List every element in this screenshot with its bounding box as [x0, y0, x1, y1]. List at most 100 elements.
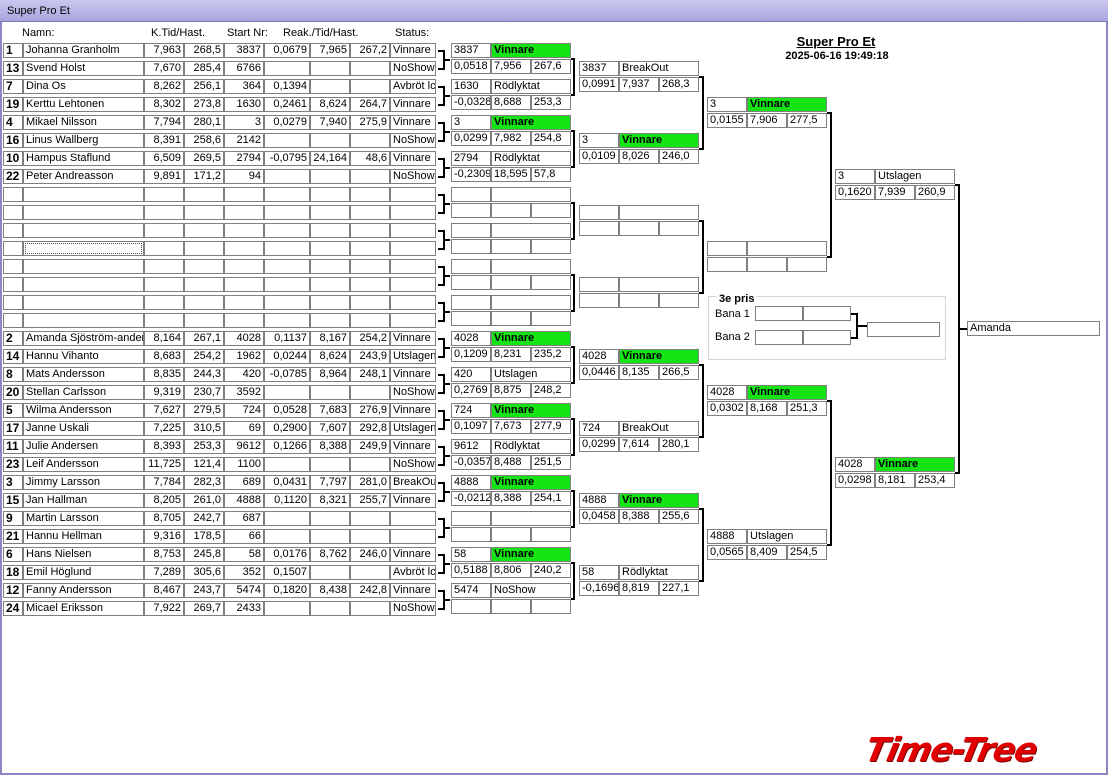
qual-speed: 285,4	[184, 61, 224, 76]
seed-number	[3, 187, 23, 202]
race-status: Vinnare	[390, 43, 436, 58]
driver-name[interactable]: Linus Wallberg	[23, 133, 144, 148]
driver-name[interactable]: Johanna Granholm	[23, 43, 144, 58]
match-result: Rödlyktat	[619, 565, 699, 580]
driver-name[interactable]: Emil Höglund	[23, 565, 144, 580]
driver-name[interactable]: Julie Andersen	[23, 439, 144, 454]
driver-name[interactable]	[23, 259, 144, 274]
driver-name[interactable]: Mats Andersson	[23, 367, 144, 382]
qual-speed: 245,8	[184, 547, 224, 562]
match-reaction: 0,0302	[707, 401, 747, 416]
driver-name[interactable]: Hans Nielsen	[23, 547, 144, 562]
race-status: Vinnare	[390, 547, 436, 562]
driver-name[interactable]: Hampus Staflund	[23, 151, 144, 166]
match-speed: 266,5	[659, 365, 699, 380]
bracket-grid: 1 Johanna Granholm 7,963 268,5 3837 0,0679 7,9…	[0, 0, 1108, 775]
third-place-panel: 3e pris Bana 1 Bana 2	[708, 293, 946, 360]
match-speed: 251,3	[787, 401, 827, 416]
driver-name[interactable]: Jan Hallman	[23, 493, 144, 508]
match-car-number	[451, 223, 491, 238]
driver-name[interactable]: Stellan Carlsson	[23, 385, 144, 400]
match-time	[491, 599, 531, 614]
trap-speed: 254,2	[350, 331, 390, 346]
match-car-number: 420	[451, 367, 491, 382]
start-number	[224, 241, 264, 256]
match-car-number: 4888	[451, 475, 491, 490]
driver-name[interactable]: Svend Holst	[23, 61, 144, 76]
match-time: 8,181	[875, 473, 915, 488]
seed-number	[3, 241, 23, 256]
trap-speed	[350, 61, 390, 76]
driver-name[interactable]: Wilma Andersson	[23, 403, 144, 418]
seed-number: 1	[3, 43, 23, 58]
elapsed-time: 24,164	[310, 151, 350, 166]
match-speed: 57,8	[531, 167, 571, 182]
driver-name[interactable]	[23, 295, 144, 310]
trap-speed: 292,8	[350, 421, 390, 436]
driver-name[interactable]: Dina Os	[23, 79, 144, 94]
qual-time: 8,753	[144, 547, 184, 562]
match-time: 8,819	[619, 581, 659, 596]
driver-name[interactable]: Jimmy Larsson	[23, 475, 144, 490]
trap-speed	[350, 205, 390, 220]
qual-speed	[184, 259, 224, 274]
qual-speed: 269,7	[184, 601, 224, 616]
driver-name[interactable]	[23, 241, 144, 256]
elapsed-time	[310, 529, 350, 544]
reaction-time: 0,1120	[264, 493, 310, 508]
qual-speed: 242,7	[184, 511, 224, 526]
driver-name[interactable]: Mikael Nilsson	[23, 115, 144, 130]
qual-speed: 178,5	[184, 529, 224, 544]
elapsed-time	[310, 457, 350, 472]
driver-name[interactable]	[23, 205, 144, 220]
driver-name[interactable]: Hannu Vihanto	[23, 349, 144, 364]
driver-name[interactable]	[23, 277, 144, 292]
match-speed	[659, 221, 699, 236]
match-reaction: 0,0299	[451, 131, 491, 146]
driver-name[interactable]	[23, 313, 144, 328]
reaction-time: 0,0176	[264, 547, 310, 562]
seed-number: 16	[3, 133, 23, 148]
race-status: Vinnare	[390, 403, 436, 418]
start-number: 58	[224, 547, 264, 562]
match-result: BreakOut	[619, 61, 699, 76]
trap-speed	[350, 259, 390, 274]
driver-name[interactable]: Janne Uskali	[23, 421, 144, 436]
reaction-time	[264, 205, 310, 220]
driver-name[interactable]: Martin Larsson	[23, 511, 144, 526]
driver-name[interactable]	[23, 187, 144, 202]
match-time	[491, 527, 531, 542]
reaction-time: 0,0244	[264, 349, 310, 364]
driver-name[interactable]: Leif Andersson	[23, 457, 144, 472]
race-status: Vinnare	[390, 583, 436, 598]
match-speed: 254,5	[787, 545, 827, 560]
match-time: 8,388	[491, 491, 531, 506]
qual-speed	[184, 223, 224, 238]
driver-name[interactable]: Amanda Sjöström-ander:	[23, 331, 144, 346]
driver-name[interactable]: Fanny Andersson	[23, 583, 144, 598]
match-speed: 277,9	[531, 419, 571, 434]
start-number: 420	[224, 367, 264, 382]
trap-speed: 48,6	[350, 151, 390, 166]
match-speed: 240,2	[531, 563, 571, 578]
driver-name[interactable]	[23, 223, 144, 238]
race-status	[390, 529, 436, 544]
seed-number: 11	[3, 439, 23, 454]
qual-speed: 230,7	[184, 385, 224, 400]
match-time: 8,875	[491, 383, 531, 398]
match-car-number: 4888	[579, 493, 619, 508]
match-reaction	[707, 257, 747, 272]
driver-name[interactable]: Micael Eriksson	[23, 601, 144, 616]
seed-number: 4	[3, 115, 23, 130]
driver-name[interactable]: Peter Andreasson	[23, 169, 144, 184]
match-car-number: 724	[579, 421, 619, 436]
match-speed: 251,5	[531, 455, 571, 470]
elapsed-time	[310, 565, 350, 580]
driver-name[interactable]: Hannu Hellman	[23, 529, 144, 544]
elapsed-time	[310, 61, 350, 76]
start-number: 2142	[224, 133, 264, 148]
driver-name[interactable]: Kerttu Lehtonen	[23, 97, 144, 112]
match-time: 8,409	[747, 545, 787, 560]
reaction-time: 0,1820	[264, 583, 310, 598]
qual-speed: 268,5	[184, 43, 224, 58]
